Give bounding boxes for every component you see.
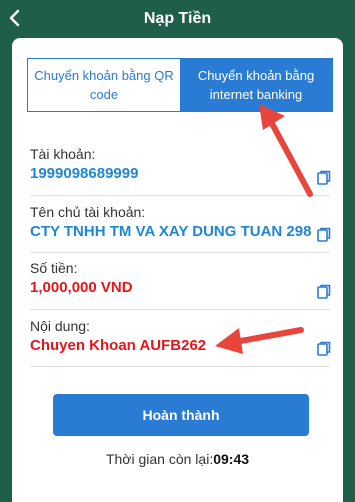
amount-value: 1,000,000 VND [30,279,133,296]
divider [30,195,330,196]
amount-label: Số tiền: [30,260,78,276]
countdown-timer: Thời gian còn lại:09:43 [12,451,343,467]
copy-account-icon[interactable] [317,170,331,186]
content-field: Nội dung: Chuyen Khoan AUFB262 [30,318,330,354]
divider [30,309,330,310]
account-label: Tài khoản: [30,146,96,162]
owner-label: Tên chủ tài khoản: [30,204,146,220]
tab-internet-banking[interactable]: Chuyển khoản bằng internet banking [180,59,332,111]
timer-label: Thời gian còn lại: [105,451,214,467]
amount-field: Số tiền: 1,000,000 VND [30,260,330,296]
divider [30,252,330,253]
header-bar: Nạp Tiền [0,0,355,36]
content-value: Chuyen Khoan AUFB262 [30,337,207,354]
account-field: Tài khoản: 1999098689999 [30,146,330,182]
tab-qr-transfer[interactable]: Chuyển khoản bằng QR code [28,59,180,111]
account-value: 1999098689999 [30,165,139,182]
copy-amount-icon[interactable] [317,284,331,300]
timer-value: 09:43 [213,451,250,467]
transfer-method-tabs: Chuyển khoản bằng QR code Chuyển khoản b… [27,58,333,112]
page-title: Nạp Tiền [143,10,212,27]
copy-content-icon[interactable] [317,341,331,357]
deposit-card: Chuyển khoản bằng QR code Chuyển khoản b… [12,38,343,502]
content-label: Nội dung: [30,318,90,334]
divider [30,366,330,367]
owner-value: CTY TNHH TM VA XAY DUNG TUAN 298 [30,223,312,240]
copy-owner-icon[interactable] [317,227,331,243]
owner-field: Tên chủ tài khoản: CTY TNHH TM VA XAY DU… [30,204,330,240]
done-button[interactable]: Hoàn thành [53,394,309,436]
